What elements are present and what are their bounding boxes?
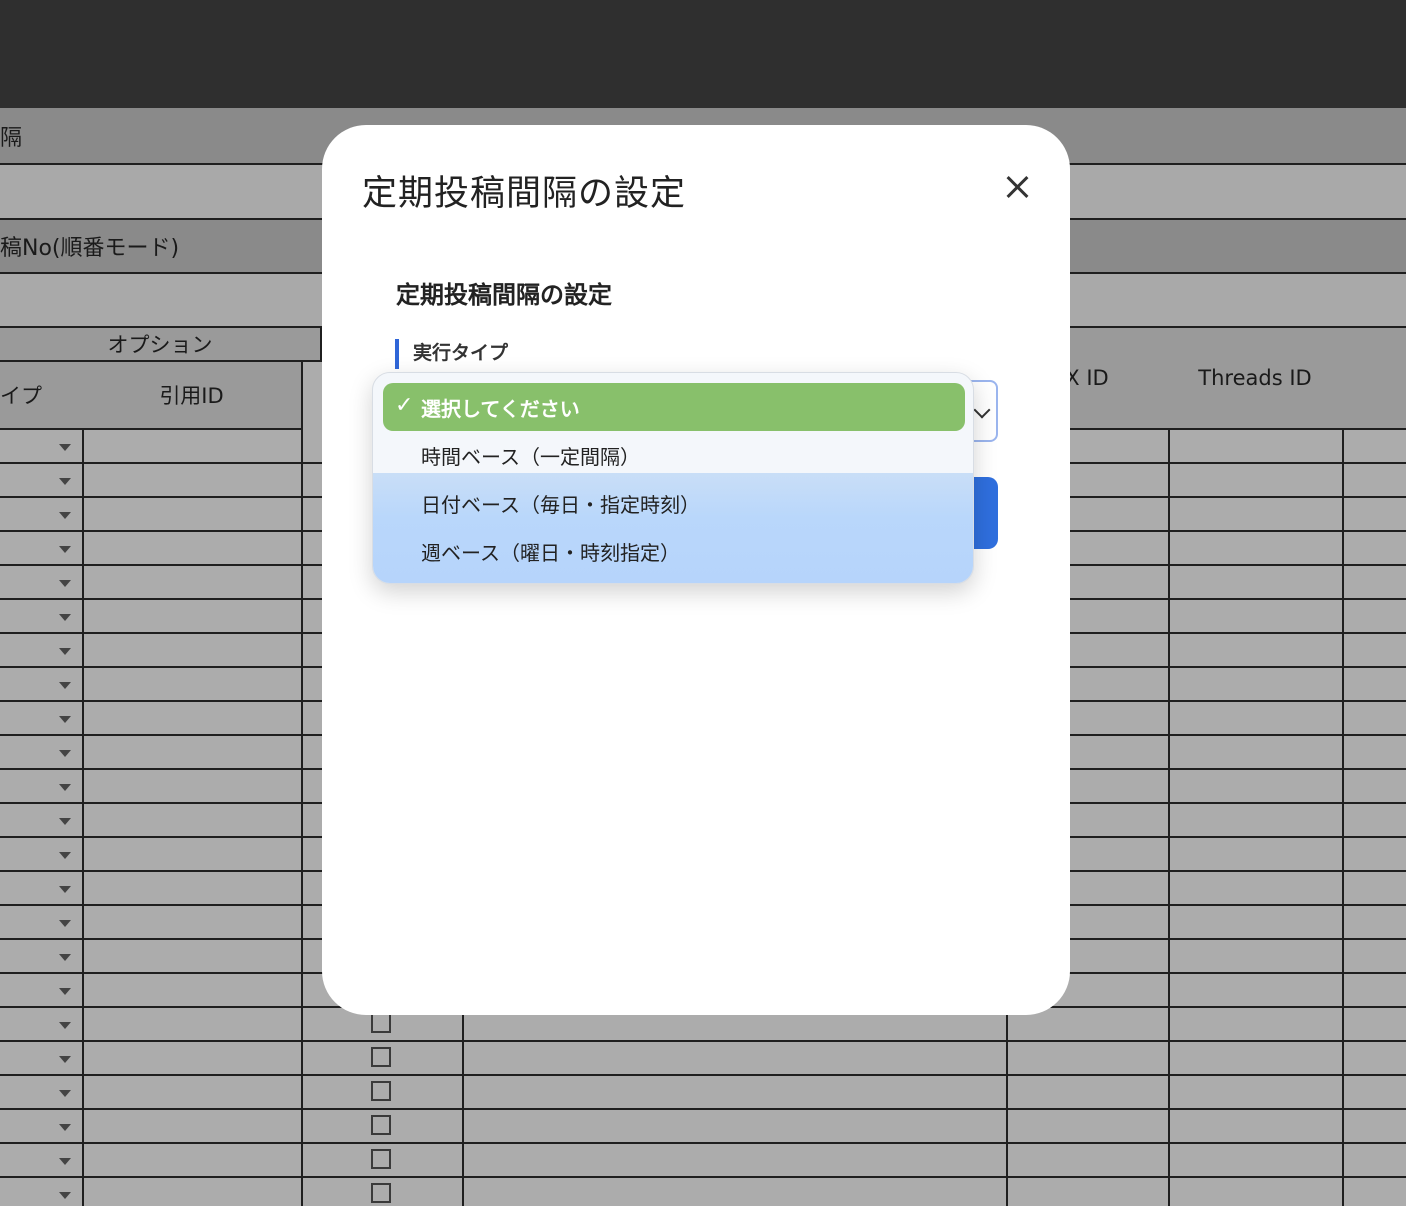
option-label: 週ベース（曜日・時刻指定）: [421, 540, 680, 565]
option-date-based[interactable]: 日付ベース（毎日・指定時刻）: [373, 479, 973, 527]
chevron-down-icon: [973, 401, 991, 419]
modal-title: 定期投稿間隔の設定: [362, 174, 687, 214]
check-icon: ✓: [395, 393, 414, 418]
option-label: 日付ベース（毎日・指定時刻）: [421, 492, 700, 517]
option-label: 選択してください: [421, 396, 580, 421]
option-label: 時間ベース（一定間隔）: [421, 444, 640, 469]
execution-type-dropdown[interactable]: ✓ 選択してください 時間ベース（一定間隔） 日付ベース（毎日・指定時刻） 週ベ…: [372, 372, 974, 584]
field-label-execution-type: 実行タイプ: [395, 339, 508, 369]
option-week-based[interactable]: 週ベース（曜日・時刻指定）: [373, 527, 973, 575]
option-select-please[interactable]: ✓ 選択してください: [383, 383, 965, 431]
close-icon[interactable]: [1002, 171, 1034, 203]
section-title: 定期投稿間隔の設定: [396, 281, 612, 309]
option-time-based[interactable]: 時間ベース（一定間隔）: [373, 431, 973, 479]
